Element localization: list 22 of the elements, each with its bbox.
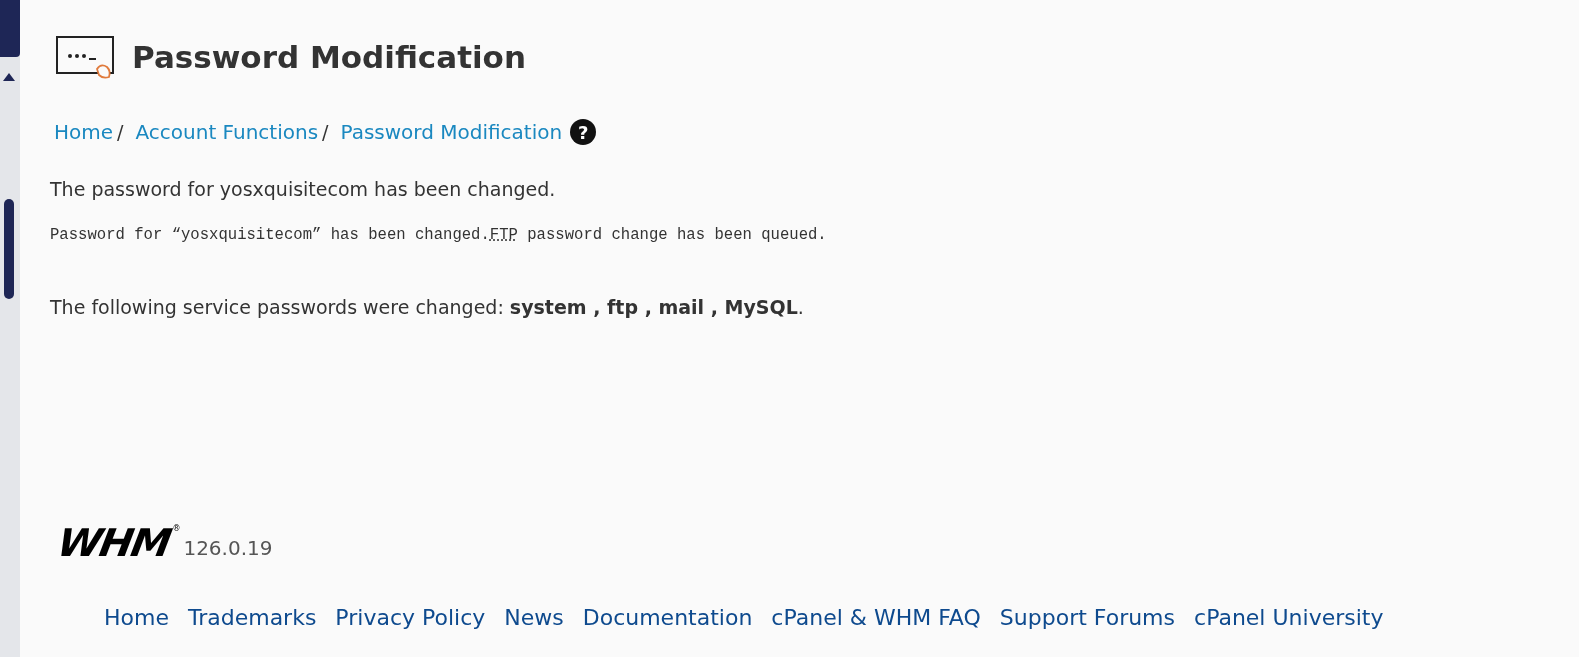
footer-link[interactable]: Trademarks — [187, 601, 317, 635]
breadcrumb-separator: / — [117, 119, 124, 145]
registered-mark: ® — [172, 523, 181, 534]
footer-link[interactable]: Privacy Policy — [335, 601, 486, 635]
footer-link[interactable]: Documentation — [582, 601, 753, 635]
status-message: The password for yosxquisitecom has been changed. — [50, 177, 557, 202]
footer-link[interactable]: Home — [104, 601, 169, 635]
breadcrumb-link[interactable]: Account Functions — [135, 117, 319, 147]
breadcrumb-separator: / — [322, 119, 329, 145]
footer-link[interactable]: cPanel & WHM FAQ — [771, 601, 981, 635]
log-message: Password for “yosxquisitecom” has been changed.FTP password change has been queued. — [50, 224, 828, 246]
page-title: Password Modification — [132, 39, 526, 77]
version-text: 126.0.19 — [183, 535, 273, 563]
footer-link[interactable]: News — [504, 601, 564, 635]
breadcrumb-link[interactable]: Password Modification — [340, 117, 563, 147]
footer-link[interactable]: cPanel University — [1194, 601, 1384, 635]
scrollbar[interactable] — [0, 0, 20, 657]
breadcrumb-link[interactable]: Home — [54, 117, 114, 147]
footer-link[interactable]: Support Forums — [999, 601, 1176, 635]
services-message: The following service passwords were changed: system , ftp , mail , MySQL. — [50, 294, 805, 320]
help-icon[interactable]: ? — [570, 119, 597, 145]
logo: WHM — [54, 524, 173, 563]
